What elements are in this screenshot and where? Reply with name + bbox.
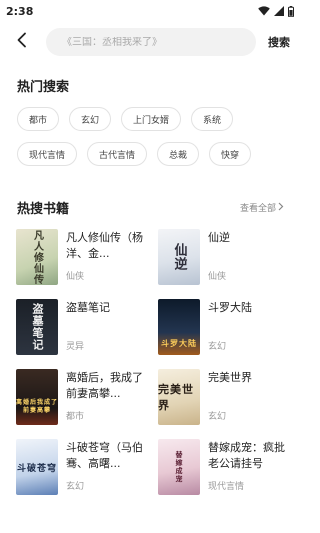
tag-item[interactable]: 都市 bbox=[17, 107, 60, 131]
book-cover: 凡人修仙传 bbox=[16, 229, 58, 285]
book-item[interactable]: 斗罗大陆 斗罗大陆 玄幻 bbox=[158, 299, 292, 355]
cover-title: 盗墓笔记 bbox=[31, 303, 44, 351]
tag-item[interactable]: 快穿 bbox=[209, 142, 252, 166]
book-info: 替嫁成宠：疯批老公请挂号 现代言情 bbox=[208, 439, 292, 495]
book-item[interactable]: 凡人修仙传 凡人修仙传（杨洋、金... 仙侠 bbox=[16, 229, 150, 285]
cover-title: 离婚后我成了前妻高攀 bbox=[16, 399, 58, 414]
cover-title: 斗破苍穹 bbox=[16, 463, 57, 474]
cover-title: 替嫁成宠 bbox=[175, 451, 184, 483]
cover-title: 凡人修仙传 bbox=[31, 229, 43, 285]
search-button[interactable]: 搜索 bbox=[268, 34, 290, 50]
search-box[interactable] bbox=[46, 28, 256, 56]
tag-item[interactable]: 现代言情 bbox=[17, 142, 78, 166]
hot-books-title: 热搜书籍 bbox=[17, 202, 70, 217]
book-title: 凡人修仙传（杨洋、金... bbox=[66, 231, 143, 260]
back-button[interactable] bbox=[10, 30, 34, 54]
book-item[interactable]: 仙逆 仙逆 仙侠 bbox=[158, 229, 292, 285]
book-cover: 离婚后我成了前妻高攀 bbox=[16, 369, 58, 425]
bottom-edge bbox=[0, 527, 300, 533]
book-item[interactable]: 离婚后我成了前妻高攀 离婚后，我成了前妻高攀... 都市 bbox=[16, 369, 150, 425]
book-info: 离婚后，我成了前妻高攀... 都市 bbox=[66, 369, 150, 425]
book-cover: 斗罗大陆 bbox=[158, 299, 200, 355]
hot-search-title: 热门搜索 bbox=[17, 80, 70, 95]
search-input[interactable] bbox=[62, 36, 256, 48]
tag-item[interactable]: 系统 bbox=[191, 107, 234, 131]
book-item[interactable]: 完美世界 完美世界 玄幻 bbox=[158, 369, 292, 425]
book-genre: 现代言情 bbox=[208, 482, 245, 492]
battery-icon bbox=[288, 5, 294, 17]
book-genre: 灵异 bbox=[66, 342, 85, 352]
book-info: 斗破苍穹（马伯骞、高曙... 玄幻 bbox=[66, 439, 150, 495]
status-time: 2:38 bbox=[6, 4, 34, 18]
see-all-label: 查看全部 bbox=[239, 204, 276, 214]
book-cover: 斗破苍穹 bbox=[16, 439, 58, 495]
search-bar: 搜索 bbox=[0, 22, 300, 62]
cover-title: 仙逆 bbox=[171, 243, 187, 271]
hot-books-header: 热搜书籍 查看全部 bbox=[17, 198, 284, 217]
book-info: 斗罗大陆 玄幻 bbox=[208, 299, 252, 355]
book-title: 离婚后，我成了前妻高攀... bbox=[66, 371, 143, 400]
book-title: 斗破苍穹（马伯骞、高曙... bbox=[66, 441, 143, 470]
book-cover: 完美世界 bbox=[158, 369, 200, 425]
tag-item[interactable]: 总裁 bbox=[157, 142, 200, 166]
book-info: 完美世界 玄幻 bbox=[208, 369, 252, 425]
chevron-right-icon bbox=[278, 202, 284, 214]
book-title: 替嫁成宠：疯批老公请挂号 bbox=[208, 441, 285, 470]
book-title: 盗墓笔记 bbox=[66, 301, 110, 314]
book-cover: 仙逆 bbox=[158, 229, 200, 285]
back-arrow-icon bbox=[16, 32, 28, 52]
cover-title: 斗罗大陆 bbox=[161, 338, 197, 348]
book-title: 完美世界 bbox=[208, 371, 252, 384]
tag-item[interactable]: 古代言情 bbox=[87, 142, 148, 166]
tag-item[interactable]: 玄幻 bbox=[69, 107, 112, 131]
book-info: 盗墓笔记 灵异 bbox=[66, 299, 110, 355]
book-genre: 仙侠 bbox=[66, 272, 85, 282]
book-genre: 玄幻 bbox=[208, 412, 227, 422]
hot-books-list: 凡人修仙传 凡人修仙传（杨洋、金... 仙侠 仙逆 仙逆 仙侠 盗墓笔记 盗墓笔… bbox=[0, 229, 300, 495]
book-item[interactable]: 盗墓笔记 盗墓笔记 灵异 bbox=[16, 299, 150, 355]
tag-item[interactable]: 上门女婿 bbox=[121, 107, 182, 131]
book-info: 凡人修仙传（杨洋、金... 仙侠 bbox=[66, 229, 150, 285]
book-genre: 都市 bbox=[66, 412, 85, 422]
book-item[interactable]: 斗破苍穹 斗破苍穹（马伯骞、高曙... 玄幻 bbox=[16, 439, 150, 495]
book-info: 仙逆 仙侠 bbox=[208, 229, 230, 285]
see-all-link[interactable]: 查看全部 bbox=[240, 201, 284, 214]
book-title: 斗罗大陆 bbox=[208, 301, 252, 314]
status-icons bbox=[258, 5, 294, 17]
book-item[interactable]: 替嫁成宠 替嫁成宠：疯批老公请挂号 现代言情 bbox=[158, 439, 292, 495]
book-genre: 玄幻 bbox=[208, 342, 227, 352]
book-genre: 仙侠 bbox=[208, 272, 227, 282]
status-bar: 2:38 bbox=[0, 0, 300, 22]
book-title: 仙逆 bbox=[208, 231, 230, 244]
book-cover: 替嫁成宠 bbox=[158, 439, 200, 495]
book-cover: 盗墓笔记 bbox=[16, 299, 58, 355]
wifi-icon bbox=[258, 6, 270, 16]
book-genre: 玄幻 bbox=[66, 482, 85, 492]
hot-search-tags: 都市 玄幻 上门女婿 系统 现代言情 古代言情 总裁 快穿 bbox=[0, 107, 300, 166]
signal-icon bbox=[274, 6, 284, 16]
cover-title: 完美世界 bbox=[158, 383, 194, 412]
